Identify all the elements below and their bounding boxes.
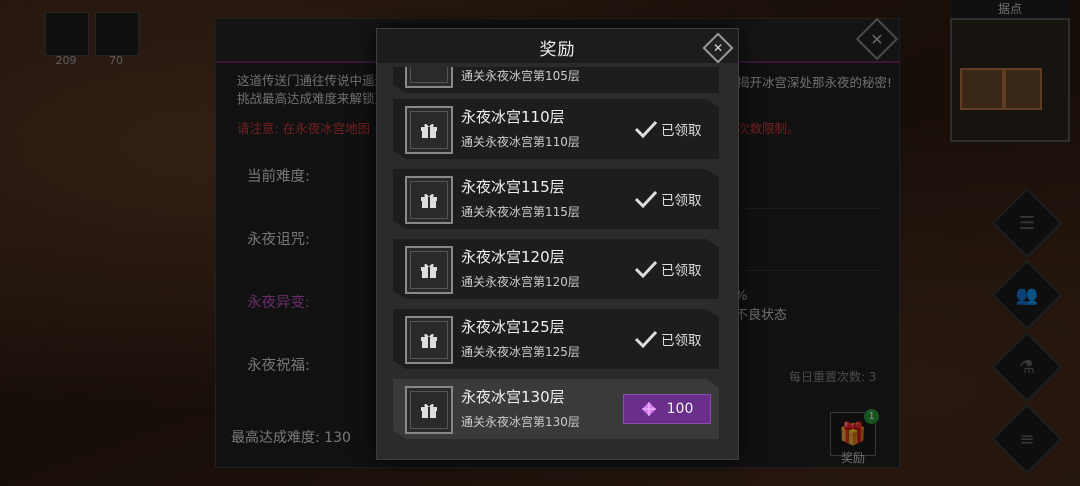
gift-box-icon bbox=[405, 386, 453, 434]
gift-icon bbox=[421, 403, 437, 418]
reward-item: 永夜冰宫125层 通关永夜冰宫第125层 已领取 bbox=[393, 309, 719, 369]
reward-modal: 奖励 ✕ 通关永夜冰宫第105层 永夜冰宫110层 通关永夜冰宫第110层 已领… bbox=[376, 28, 739, 460]
gift-icon bbox=[421, 123, 437, 138]
reward-item: 永夜冰宫115层 通关永夜冰宫第115层 已领取 bbox=[393, 169, 719, 229]
reward-item: 永夜冰宫130层 通关永夜冰宫第130层 100 bbox=[393, 379, 719, 439]
gift-icon bbox=[421, 263, 437, 278]
reward-item-title: 永夜冰宫120层 bbox=[461, 248, 565, 266]
claimed-label: 已领取 bbox=[661, 123, 702, 139]
claim-reward-button[interactable]: 100 bbox=[623, 394, 711, 424]
claimed-status: 已领取 bbox=[635, 259, 702, 279]
gem-icon bbox=[641, 402, 656, 416]
reward-item: 通关永夜冰宫第105层 bbox=[393, 67, 719, 93]
gift-box-icon bbox=[405, 176, 453, 224]
reward-item-subtitle: 通关永夜冰宫第130层 bbox=[461, 415, 580, 429]
reward-item-title: 永夜冰宫130层 bbox=[461, 388, 565, 406]
reward-item: 永夜冰宫120层 通关永夜冰宫第120层 已领取 bbox=[393, 239, 719, 299]
reward-item-subtitle: 通关永夜冰宫第115层 bbox=[461, 205, 580, 219]
claimed-label: 已领取 bbox=[661, 333, 702, 349]
gift-box-icon bbox=[405, 246, 453, 294]
gift-box-icon bbox=[405, 316, 453, 364]
reward-item-title: 永夜冰宫125层 bbox=[461, 318, 565, 336]
claimed-label: 已领取 bbox=[661, 193, 702, 209]
gift-box-icon bbox=[405, 106, 453, 154]
reward-item-subtitle: 通关永夜冰宫第125层 bbox=[461, 345, 580, 359]
claimed-status: 已领取 bbox=[635, 329, 702, 349]
gift-icon bbox=[421, 193, 437, 208]
claimed-status: 已领取 bbox=[635, 119, 702, 139]
reward-item: 永夜冰宫110层 通关永夜冰宫第110层 已领取 bbox=[393, 99, 719, 159]
check-icon bbox=[635, 120, 657, 138]
claimed-status: 已领取 bbox=[635, 189, 702, 209]
reward-item-subtitle: 通关永夜冰宫第110层 bbox=[461, 135, 580, 149]
gift-icon bbox=[421, 333, 437, 348]
claim-reward-amount: 100 bbox=[666, 401, 694, 417]
check-icon bbox=[635, 260, 657, 278]
reward-item-subtitle: 通关永夜冰宫第120层 bbox=[461, 275, 580, 289]
close-icon: ✕ bbox=[712, 41, 724, 55]
reward-item-subtitle: 通关永夜冰宫第105层 bbox=[461, 69, 580, 83]
check-icon bbox=[635, 330, 657, 348]
reward-list[interactable]: 通关永夜冰宫第105层 永夜冰宫110层 通关永夜冰宫第110层 已领取 永夜冰… bbox=[393, 67, 723, 459]
modal-title: 奖励 bbox=[539, 40, 576, 60]
claimed-label: 已领取 bbox=[661, 263, 702, 279]
reward-item-title: 永夜冰宫110层 bbox=[461, 108, 565, 126]
gift-box-icon bbox=[405, 67, 453, 88]
reward-item-title: 永夜冰宫115层 bbox=[461, 178, 565, 196]
check-icon bbox=[635, 190, 657, 208]
